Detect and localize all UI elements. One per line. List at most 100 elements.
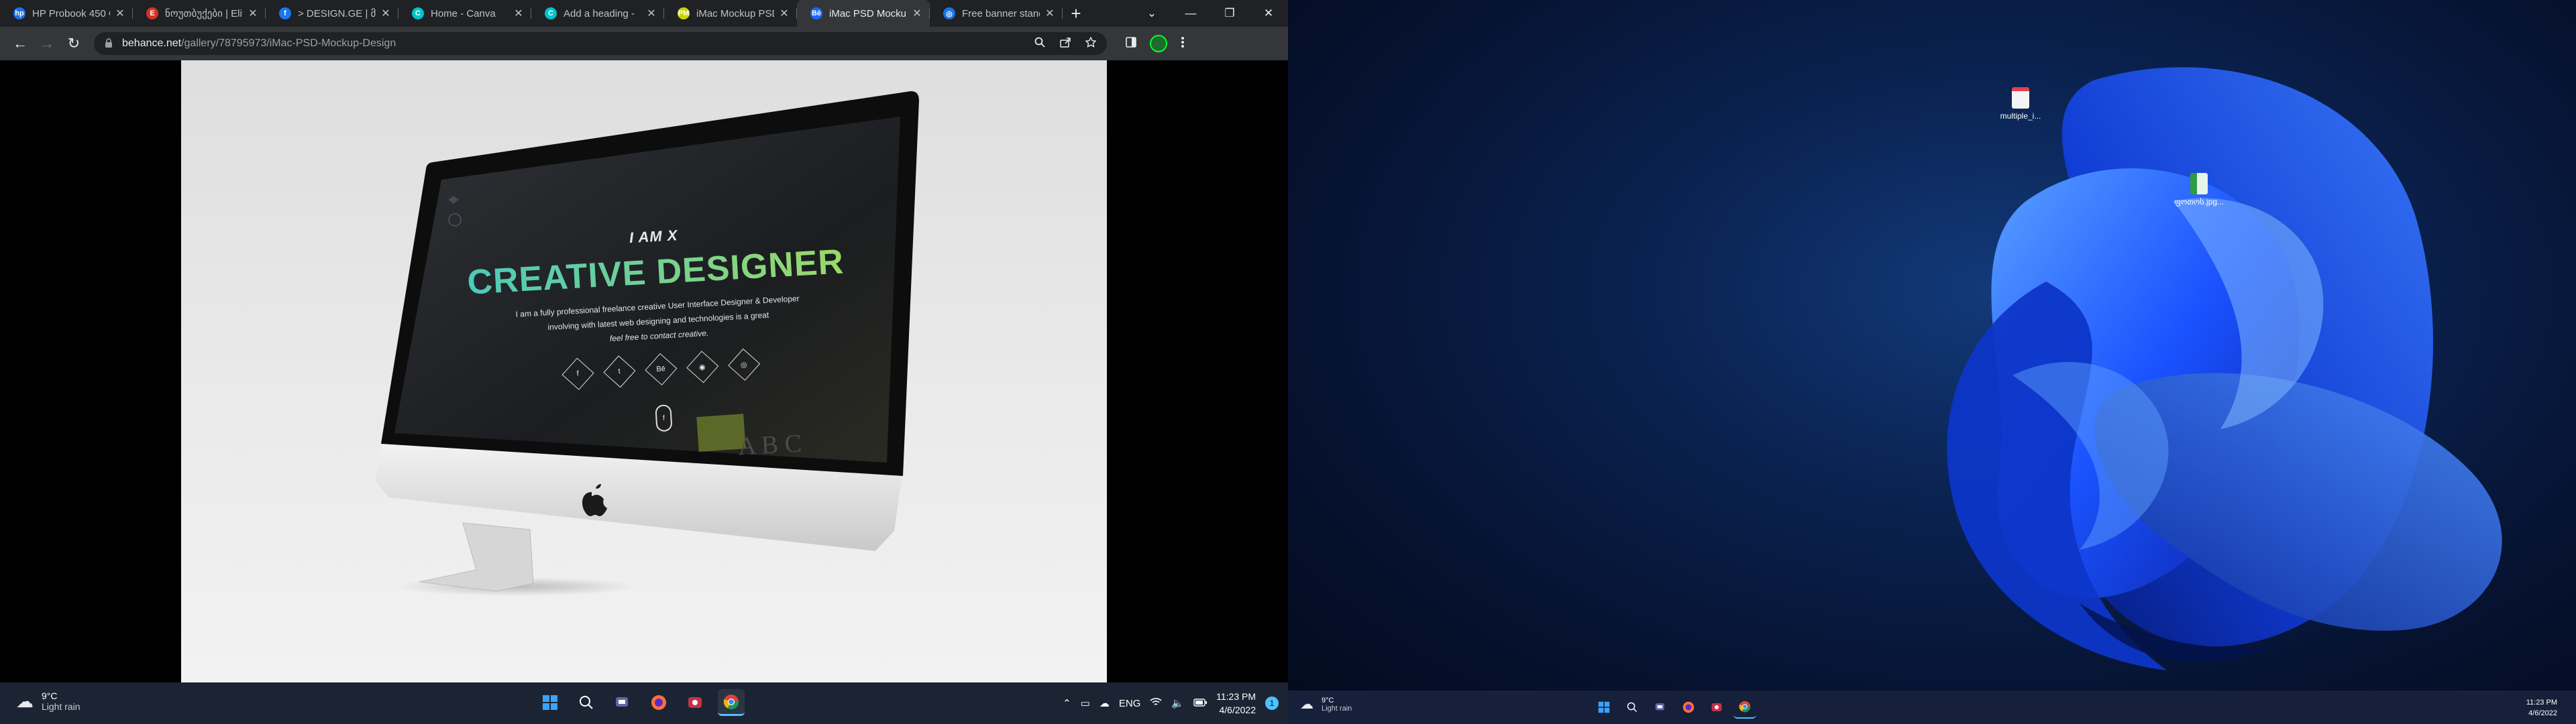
close-tab-icon[interactable]: ✕ bbox=[114, 7, 126, 20]
volume-muted-icon[interactable]: 🔈 bbox=[1171, 697, 1184, 709]
taskbar: ☁ 9°C Light rain bbox=[1288, 690, 2576, 724]
back-button[interactable]: ← bbox=[7, 35, 34, 52]
social-glyph: t bbox=[618, 367, 621, 376]
left-monitor: hp HP Probook 450 G ✕ Eნოუთბუქები | Elit ✕ f >… bbox=[0, 0, 1288, 724]
browser-tab[interactable]: PM iMac Mockup PSD ✕ bbox=[664, 0, 797, 27]
notification-badge[interactable]: 1 bbox=[1265, 697, 1279, 710]
chevron-up-icon[interactable]: ⌃ bbox=[1063, 697, 1071, 709]
social-glyph: ◉ bbox=[699, 363, 706, 372]
system-tray: ⌃ ▭ ☁ ENG 🔈 11:23 PM 4/6/2022 1 bbox=[1063, 682, 1279, 724]
share-icon[interactable] bbox=[1060, 37, 1071, 51]
imac-stand bbox=[419, 522, 534, 592]
close-button[interactable]: ✕ bbox=[1249, 7, 1288, 20]
browser-tab[interactable]: hp HP Probook 450 G ✕ bbox=[0, 0, 133, 27]
close-tab-icon[interactable]: ✕ bbox=[911, 7, 923, 20]
social-icon: ◎ bbox=[728, 348, 761, 381]
restore-button[interactable]: ❐ bbox=[1210, 7, 1249, 20]
canva-icon: C bbox=[545, 7, 557, 19]
social-icon: Bē bbox=[645, 353, 678, 385]
close-tab-icon[interactable]: ✕ bbox=[645, 7, 657, 20]
facebook-icon: f bbox=[279, 7, 291, 19]
mockup-abc-text: A B C bbox=[737, 429, 803, 461]
right-monitor: multiple_i... ფოთოს.jpg... ☁ 9°C Light r… bbox=[1288, 0, 2576, 724]
rain-cloud-icon: ☁ bbox=[16, 690, 34, 711]
side-panel-icon[interactable] bbox=[1126, 36, 1136, 51]
browser-tab[interactable]: ◎ Free banner stand ✕ bbox=[930, 0, 1063, 27]
tab-title: iMac PSD Mockup bbox=[829, 7, 907, 19]
lang-indicator[interactable]: ENG bbox=[1119, 698, 1141, 709]
tab-title: Home - Canva bbox=[431, 7, 496, 19]
battery-icon[interactable] bbox=[1193, 698, 1208, 709]
tab-title: HP Probook 450 G bbox=[32, 7, 110, 19]
onedrive-cloud-icon[interactable]: ☁ bbox=[1099, 697, 1110, 709]
clock[interactable]: 11:23 PM 4/6/2022 bbox=[2526, 697, 2557, 719]
chrome-icon[interactable] bbox=[1733, 696, 1756, 719]
pm-icon: PM bbox=[678, 7, 690, 19]
firefox-icon[interactable] bbox=[645, 689, 672, 716]
weather-condition: Light rain bbox=[1322, 704, 1352, 713]
desktop-icon-image[interactable]: ფოთოს.jpg... bbox=[2169, 173, 2229, 206]
tab-title: > DESIGN.GE | მე bbox=[298, 8, 376, 19]
pdf-file-icon bbox=[2012, 87, 2029, 109]
page-viewport: I AM X CREATIVE DESIGNER I am a fully pr… bbox=[0, 60, 1288, 682]
clock-date: 4/6/2022 bbox=[2528, 709, 2557, 717]
rain-cloud-icon: ☁ bbox=[1300, 697, 1313, 712]
search-icon[interactable] bbox=[1621, 696, 1644, 719]
firefox-icon[interactable] bbox=[1677, 696, 1700, 719]
url-path: /gallery/78795973/iMac-PSD-Mockup-Design bbox=[181, 38, 396, 49]
meet-now-icon[interactable]: ▭ bbox=[1081, 697, 1090, 709]
close-tab-icon[interactable]: ✕ bbox=[513, 7, 525, 20]
recorder-app-icon[interactable] bbox=[1705, 696, 1728, 719]
profile-avatar[interactable] bbox=[1150, 35, 1167, 52]
clock-time: 11:23 PM bbox=[2526, 699, 2557, 707]
social-icon: ◉ bbox=[686, 351, 719, 383]
bookmark-star-icon[interactable] bbox=[1085, 36, 1097, 51]
forward-button[interactable]: → bbox=[34, 35, 60, 52]
lock-icon[interactable] bbox=[105, 38, 113, 50]
clock[interactable]: 11:23 PM 4/6/2022 bbox=[1216, 690, 1256, 717]
desktop-icon-label: multiple_i... bbox=[2000, 111, 2041, 121]
reload-button[interactable]: ↻ bbox=[60, 35, 87, 52]
behance-icon: Bē bbox=[810, 7, 822, 19]
weather-widget[interactable]: ☁ 9°C Light rain bbox=[1300, 696, 1352, 713]
search-icon[interactable] bbox=[573, 689, 600, 716]
windows-bloom-wallpaper bbox=[1947, 67, 2502, 670]
social-glyph: ◎ bbox=[741, 361, 748, 369]
new-tab-button[interactable]: + bbox=[1063, 3, 1089, 24]
start-windows-icon[interactable] bbox=[537, 689, 564, 716]
close-tab-icon[interactable]: ✕ bbox=[778, 7, 790, 20]
hp-icon: hp bbox=[13, 7, 25, 19]
social-icon: t bbox=[603, 355, 636, 388]
browser-tab[interactable]: C Add a heading - ✕ bbox=[531, 0, 664, 27]
close-tab-icon[interactable]: ✕ bbox=[380, 7, 392, 20]
browser-tab[interactable]: C Home - Canva ✕ bbox=[398, 0, 531, 27]
chrome-icon[interactable] bbox=[718, 689, 745, 716]
menu-kebab-icon[interactable] bbox=[1181, 36, 1185, 52]
zoom-search-icon[interactable] bbox=[1034, 37, 1045, 51]
weather-widget[interactable]: ☁ 9°C Light rain bbox=[16, 690, 80, 712]
weather-condition: Light rain bbox=[42, 701, 80, 712]
recorder-app-icon[interactable] bbox=[682, 689, 708, 716]
tab-search-icon[interactable]: ⌄ bbox=[1132, 7, 1171, 20]
elit-icon: E bbox=[146, 7, 158, 19]
teams-chat-icon[interactable] bbox=[1649, 696, 1672, 719]
browser-tab[interactable]: Bē iMac PSD Mockup ✕ bbox=[797, 0, 930, 27]
teams-chat-icon[interactable] bbox=[609, 689, 636, 716]
close-tab-icon[interactable]: ✕ bbox=[247, 7, 259, 20]
address-bar[interactable]: behance.net /gallery/78795973/iMac-PSD-M… bbox=[94, 32, 1107, 55]
mockup-scroll-indicator: f bbox=[655, 404, 673, 432]
tab-strip: hp HP Probook 450 G ✕ Eნოუთბუქები | Elit ✕ f >… bbox=[0, 0, 1288, 27]
mockup-image: I AM X CREATIVE DESIGNER I am a fully pr… bbox=[181, 60, 1107, 682]
close-tab-icon[interactable]: ✕ bbox=[1044, 7, 1056, 20]
clock-date: 4/6/2022 bbox=[1219, 705, 1256, 715]
start-windows-icon[interactable] bbox=[1593, 696, 1615, 719]
tab-title: ნოუთბუქები | Elit bbox=[165, 8, 243, 19]
browser-tab[interactable]: f > DESIGN.GE | მე ✕ bbox=[266, 0, 398, 27]
social-glyph: Bē bbox=[656, 365, 666, 374]
tab-title: Free banner stand bbox=[962, 7, 1040, 19]
wifi-icon[interactable] bbox=[1150, 697, 1162, 709]
tab-title: Add a heading - bbox=[564, 7, 635, 19]
desktop-icon-multiple[interactable]: multiple_i... bbox=[1990, 87, 2051, 121]
browser-tab[interactable]: Eნოუთბუქები | Elit ✕ bbox=[133, 0, 266, 27]
minimize-button[interactable]: — bbox=[1171, 7, 1210, 20]
